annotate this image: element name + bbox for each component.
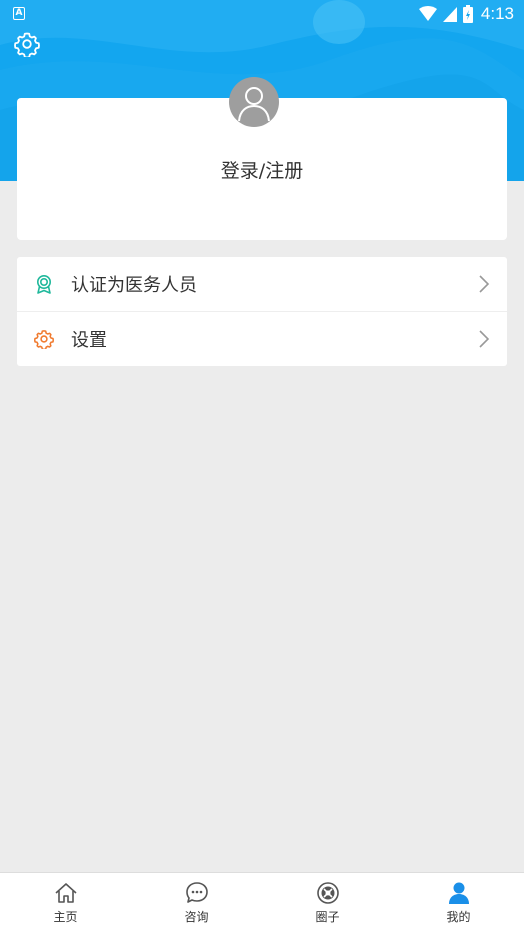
chat-bubble-icon xyxy=(185,882,208,903)
gear-icon xyxy=(14,32,40,59)
login-register-link[interactable]: 登录/注册 xyxy=(0,156,524,183)
menu-item-certify-medical[interactable]: 认证为医务人员 xyxy=(17,257,507,311)
nav-label: 圈子 xyxy=(315,910,340,924)
chevron-right-icon xyxy=(479,275,490,293)
user-placeholder-icon xyxy=(238,87,270,122)
notification-icon: A xyxy=(13,7,25,20)
gear-icon xyxy=(34,329,54,349)
battery-icon xyxy=(462,5,473,23)
menu-item-label: 认证为医务人员 xyxy=(71,275,197,296)
nav-label: 我的 xyxy=(446,910,471,924)
menu-list: 认证为医务人员 设置 xyxy=(17,257,507,366)
profile-page: A 4:13 登录/注册 认证为医务人员 设置 主页 咨询 圈子 我的 xyxy=(0,0,524,932)
circle-aperture-icon xyxy=(316,882,339,904)
chevron-right-icon xyxy=(479,330,490,348)
signal-icon xyxy=(442,7,457,22)
certificate-badge-icon xyxy=(34,274,54,294)
nav-item-home[interactable]: 主页 xyxy=(0,873,131,932)
nav-label: 主页 xyxy=(53,910,78,924)
settings-gear-button[interactable] xyxy=(14,31,40,59)
nav-item-circle[interactable]: 圈子 xyxy=(262,873,393,932)
menu-item-settings[interactable]: 设置 xyxy=(17,311,507,366)
status-bar: A 4:13 xyxy=(0,0,524,28)
user-icon xyxy=(448,882,469,904)
home-icon xyxy=(54,883,77,903)
status-time: 4:13 xyxy=(480,4,514,23)
nav-item-mine[interactable]: 我的 xyxy=(393,873,524,932)
menu-item-label: 设置 xyxy=(71,330,107,351)
status-icons: 4:13 xyxy=(418,3,514,25)
nav-label: 咨询 xyxy=(184,910,209,924)
nav-item-consult[interactable]: 咨询 xyxy=(131,873,262,932)
wifi-icon xyxy=(418,6,437,21)
avatar[interactable] xyxy=(229,77,279,127)
bottom-navigation: 主页 咨询 圈子 我的 xyxy=(0,872,524,932)
